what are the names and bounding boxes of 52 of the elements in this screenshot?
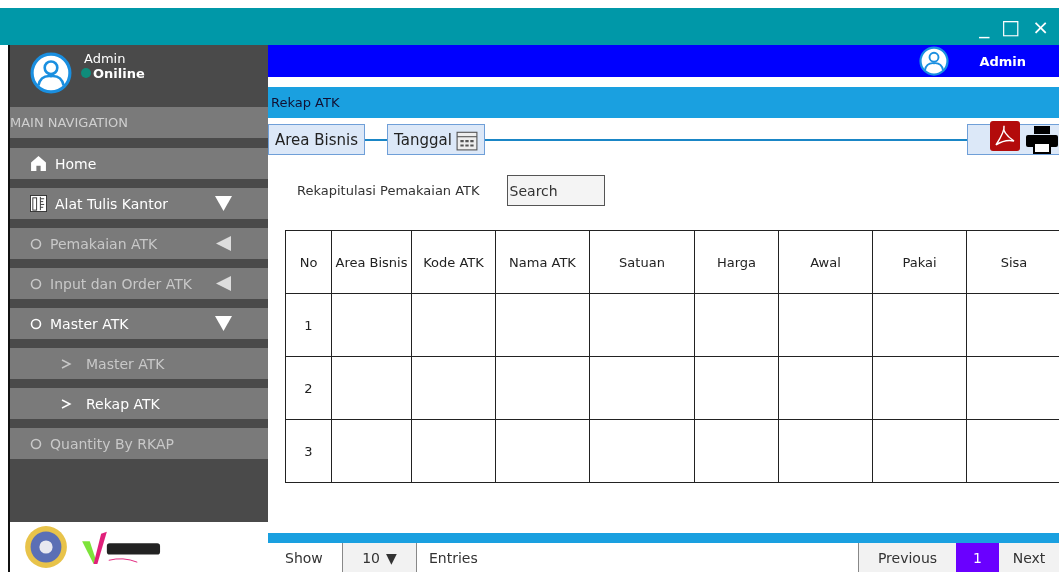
circle-icon (30, 277, 42, 290)
circle-icon (30, 317, 42, 330)
report-title: Rekapitulasi Pemakaian ATK (297, 182, 480, 198)
table-cell: 3 (285, 419, 332, 483)
column-header: Area Bisnis (331, 230, 412, 294)
nav-item[interactable]: Alat Tulis Kantor (10, 188, 268, 219)
user-name[interactable]: Admin (979, 53, 1026, 69)
column-header: Sisa (966, 230, 1059, 294)
nav-header: MAIN NAVIGATION (10, 107, 268, 138)
user-status: Oniline (93, 65, 145, 81)
user-avatar-icon (919, 46, 950, 76)
circle-icon (30, 237, 42, 250)
page-button[interactable]: 1 (956, 543, 999, 572)
nav-item[interactable]: Pemakaian ATK (10, 228, 268, 259)
status-dot-icon (81, 68, 91, 78)
chevron-icon (60, 357, 72, 370)
nav-item[interactable]: Quantity By RKAP (10, 428, 268, 459)
entries-label: Entries (428, 548, 478, 568)
emblem-icon (24, 525, 68, 569)
nav-item[interactable]: Rekap ATK (10, 388, 268, 419)
column-header: Satuan (589, 230, 695, 294)
window-control[interactable]: _ (979, 16, 990, 37)
home-icon (30, 155, 47, 172)
filter-button[interactable]: Tanggal (387, 124, 485, 155)
column-header: Pakai (872, 230, 967, 294)
show-label: Show (284, 548, 324, 568)
filter-button[interactable]: Area Bisnis (268, 124, 366, 155)
user-avatar-icon (30, 51, 72, 94)
column-header: Nama ATK (495, 230, 590, 294)
column-header: No (285, 230, 332, 294)
nav-item[interactable]: Input dan Order ATK (10, 268, 268, 299)
column-header: Harga (694, 230, 779, 294)
page-size-dropdown[interactable]: 10 ▼ (342, 543, 417, 572)
previous-button[interactable]: Previous (858, 543, 956, 572)
column-header: Kode ATK (411, 230, 496, 294)
chevron-icon (60, 397, 72, 410)
column-header: Awal (778, 230, 873, 294)
page-title: Rekap ATK (271, 95, 340, 110)
print-icon[interactable] (1026, 125, 1058, 154)
pdf-icon[interactable] (990, 120, 1020, 151)
nav-item[interactable]: Master ATK (10, 348, 268, 379)
table-cell: 2 (285, 356, 332, 420)
next-button[interactable]: Next (999, 543, 1059, 572)
user-name: Admin (84, 50, 127, 66)
nav-item[interactable]: Home (10, 148, 268, 179)
table-cell: 1 (285, 293, 332, 357)
circle-icon (30, 437, 42, 450)
ruler-pencil-icon (30, 195, 47, 212)
window-control[interactable]: □ (1001, 16, 1021, 37)
nav-item[interactable]: Master ATK (10, 308, 268, 339)
window-control[interactable]: × (1032, 16, 1049, 37)
search-field[interactable]: Search (506, 175, 605, 206)
